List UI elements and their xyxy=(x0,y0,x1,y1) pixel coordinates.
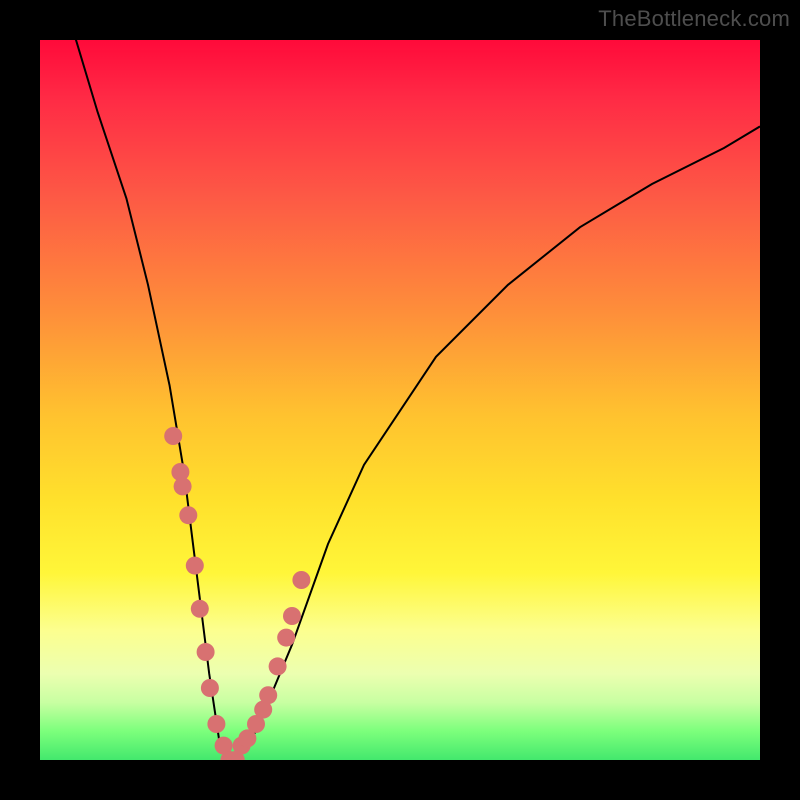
data-point xyxy=(191,600,209,618)
curve-layer xyxy=(40,40,760,760)
data-point xyxy=(179,506,197,524)
data-point xyxy=(201,679,219,697)
watermark-text: TheBottleneck.com xyxy=(598,6,790,32)
bottleneck-curve xyxy=(40,40,760,760)
data-point xyxy=(292,571,310,589)
plot-area xyxy=(40,40,760,760)
data-point xyxy=(259,686,277,704)
data-point xyxy=(174,477,192,495)
marker-group xyxy=(164,427,310,760)
chart-container: TheBottleneck.com xyxy=(0,0,800,800)
data-point xyxy=(197,643,215,661)
data-point xyxy=(164,427,182,445)
data-point xyxy=(186,557,204,575)
data-point xyxy=(277,629,295,647)
data-point xyxy=(269,657,287,675)
data-point xyxy=(207,715,225,733)
data-point xyxy=(283,607,301,625)
